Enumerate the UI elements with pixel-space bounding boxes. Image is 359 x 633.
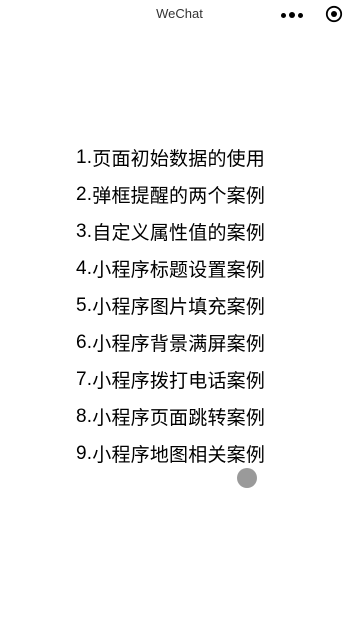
- menu-item-4[interactable]: 4. 小程序标题设置案例: [76, 250, 316, 287]
- menu-item-9[interactable]: 9. 小程序地图相关案例: [76, 435, 316, 472]
- menu-item-label: 小程序页面跳转案例: [92, 407, 266, 429]
- menu-item-number: 7.: [76, 368, 93, 390]
- menu-item-5[interactable]: 5. 小程序图片填充案例: [76, 287, 316, 324]
- menu-item-3[interactable]: 3. 自定义属性值的案例: [76, 213, 316, 250]
- more-dots-icon[interactable]: [281, 12, 303, 18]
- menu-item-number: 5.: [76, 294, 93, 316]
- menu-item-6[interactable]: 6. 小程序背景满屏案例: [76, 324, 316, 361]
- menu-item-number: 3.: [76, 220, 93, 242]
- dot: [289, 12, 295, 18]
- menu-item-label: 小程序地图相关案例: [92, 444, 266, 466]
- menu-item-label: 小程序标题设置案例: [92, 259, 266, 281]
- menu-item-label: 小程序背景满屏案例: [92, 333, 266, 355]
- menu-item-number: 1.: [76, 146, 93, 168]
- navigation-bar: WeChat: [0, 0, 359, 30]
- capsule-close-icon[interactable]: [325, 5, 343, 23]
- menu-item-1[interactable]: 1. 页面初始数据的使用: [76, 139, 316, 176]
- nav-title: WeChat: [156, 6, 203, 21]
- menu-item-8[interactable]: 8. 小程序页面跳转案例: [76, 398, 316, 435]
- menu-item-number: 9.: [76, 442, 93, 464]
- menu-item-number: 8.: [76, 405, 93, 427]
- menu-item-label: 小程序图片填充案例: [92, 296, 266, 318]
- menu-item-label: 页面初始数据的使用: [92, 148, 266, 170]
- dot: [281, 12, 286, 18]
- menu-item-number: 6.: [76, 331, 93, 353]
- menu-item-label: 小程序拨打电话案例: [92, 370, 266, 392]
- menu-item-label: 自定义属性值的案例: [92, 222, 266, 244]
- menu-item-number: 4.: [76, 257, 93, 279]
- case-menu-list: 1. 页面初始数据的使用 2. 弹框提醒的两个案例 3. 自定义属性值的案例 4. 小程…: [76, 139, 316, 472]
- menu-item-label: 弹框提醒的两个案例: [92, 185, 266, 207]
- menu-item-number: 2.: [76, 183, 93, 205]
- menu-item-2[interactable]: 2. 弹框提醒的两个案例: [76, 176, 316, 213]
- dot: [298, 12, 303, 18]
- menu-item-7[interactable]: 7. 小程序拨打电话案例: [76, 361, 316, 398]
